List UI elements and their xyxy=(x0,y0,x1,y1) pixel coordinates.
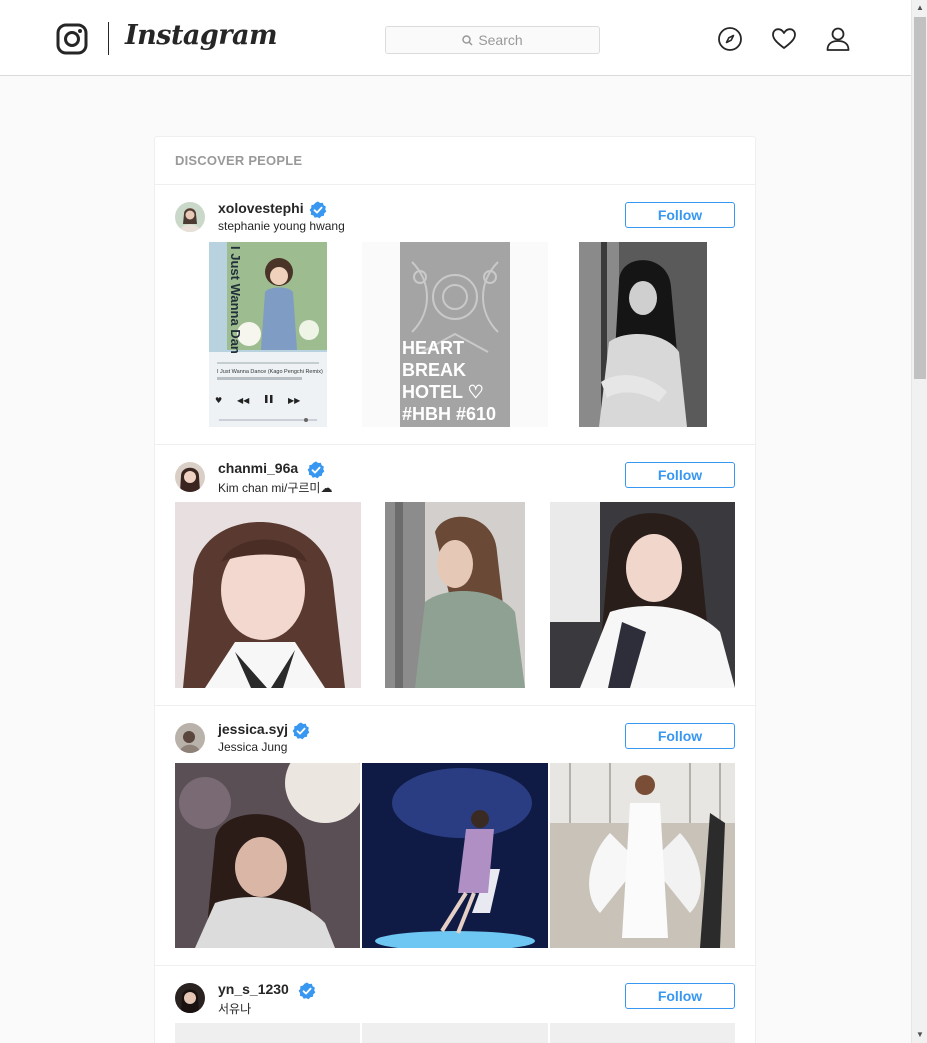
svg-text:♥: ♥ xyxy=(215,396,222,405)
username[interactable]: yn_s_1230 xyxy=(218,981,289,997)
post-thumbnail-placeholder[interactable] xyxy=(362,1023,548,1043)
follow-button[interactable]: Follow xyxy=(625,462,735,488)
suggested-user-row: chanmi_96a Kim chan mi/구르미☁ Follow xyxy=(155,445,755,706)
verified-badge-icon xyxy=(292,722,310,740)
svg-text:◀◀: ◀◀ xyxy=(237,396,250,405)
page-scrollbar[interactable]: ▲ ▼ xyxy=(911,0,927,1043)
track-title-text: I Just Wanna Dance (Kago Pengchi Remix) xyxy=(217,369,323,375)
post-thumbnail[interactable]: I Just Wanna Dance I Just Wanna Dance (K… xyxy=(209,242,327,427)
profile-icon[interactable] xyxy=(825,26,851,52)
avatar[interactable] xyxy=(175,202,205,232)
poster-text-line: HOTEL ♡ xyxy=(402,382,484,402)
heart-icon[interactable] xyxy=(771,26,797,52)
svg-text:▶▶: ▶▶ xyxy=(288,396,301,405)
suggested-user-header: yn_s_1230 서유나 Follow xyxy=(175,981,735,1016)
avatar[interactable] xyxy=(175,462,205,492)
scroll-up-arrow-icon[interactable]: ▲ xyxy=(912,0,927,16)
post-thumbnail[interactable]: HEART BREAK HOTEL ♡ #HBH #610 xyxy=(362,242,548,427)
poster-text-line: BREAK xyxy=(402,360,466,380)
full-name: Jessica Jung xyxy=(218,740,288,754)
album-title-text: I Just Wanna Dance xyxy=(228,246,243,368)
suggested-user-row: jessica.syj Jessica Jung Follow xyxy=(155,706,755,966)
follow-button[interactable]: Follow xyxy=(625,983,735,1009)
discover-people-card: DISCOVER PEOPLE xolovestephi stephanie y… xyxy=(154,136,756,1043)
post-thumbnail[interactable] xyxy=(175,502,361,688)
username[interactable]: jessica.syj xyxy=(218,721,288,737)
discover-people-title: DISCOVER PEOPLE xyxy=(155,137,755,185)
follow-button[interactable]: Follow xyxy=(625,723,735,749)
post-thumbnail[interactable] xyxy=(385,502,525,688)
post-thumbnail[interactable] xyxy=(362,763,548,948)
follow-button[interactable]: Follow xyxy=(625,202,735,228)
scroll-down-arrow-icon[interactable]: ▼ xyxy=(912,1027,927,1043)
avatar[interactable] xyxy=(175,983,205,1013)
full-name: Kim chan mi/구르미☁ xyxy=(218,481,333,495)
username[interactable]: xolovestephi xyxy=(218,200,304,216)
verified-badge-icon xyxy=(307,461,325,479)
search-placeholder: Search xyxy=(478,32,523,48)
suggested-user-header: jessica.syj Jessica Jung Follow xyxy=(175,721,735,756)
compass-icon[interactable] xyxy=(717,26,743,52)
scrollbar-thumb[interactable] xyxy=(914,17,926,379)
poster-text-line: #HBH #610 xyxy=(402,404,496,424)
suggested-user-header: chanmi_96a Kim chan mi/구르미☁ Follow xyxy=(175,460,735,495)
top-nav-bar: Instagram Search xyxy=(0,0,911,76)
verified-badge-icon xyxy=(309,201,327,219)
suggested-user-row: yn_s_1230 서유나 Follow xyxy=(155,966,755,1043)
post-thumbnail-placeholder[interactable] xyxy=(550,1023,735,1043)
post-thumbnail[interactable] xyxy=(579,242,707,427)
full-name: 서유나 xyxy=(218,1002,252,1016)
post-thumbnail[interactable] xyxy=(175,763,360,948)
verified-badge-icon xyxy=(298,982,316,1000)
suggested-user-row: xolovestephi stephanie young hwang Follo… xyxy=(155,185,755,445)
poster-text-line: HEART xyxy=(402,338,464,358)
instagram-camera-icon[interactable] xyxy=(56,23,88,55)
avatar[interactable] xyxy=(175,723,205,753)
post-thumbnail-placeholder[interactable] xyxy=(175,1023,360,1043)
logo-divider xyxy=(108,22,109,55)
post-thumbnail[interactable] xyxy=(550,763,735,948)
search-input[interactable]: Search xyxy=(385,26,600,54)
full-name: stephanie young hwang xyxy=(218,219,345,233)
suggested-user-header: xolovestephi stephanie young hwang Follo… xyxy=(175,200,735,235)
instagram-wordmark[interactable]: Instagram xyxy=(125,20,278,51)
username[interactable]: chanmi_96a xyxy=(218,460,298,476)
post-thumbnail[interactable] xyxy=(550,502,735,688)
search-icon xyxy=(462,34,473,46)
